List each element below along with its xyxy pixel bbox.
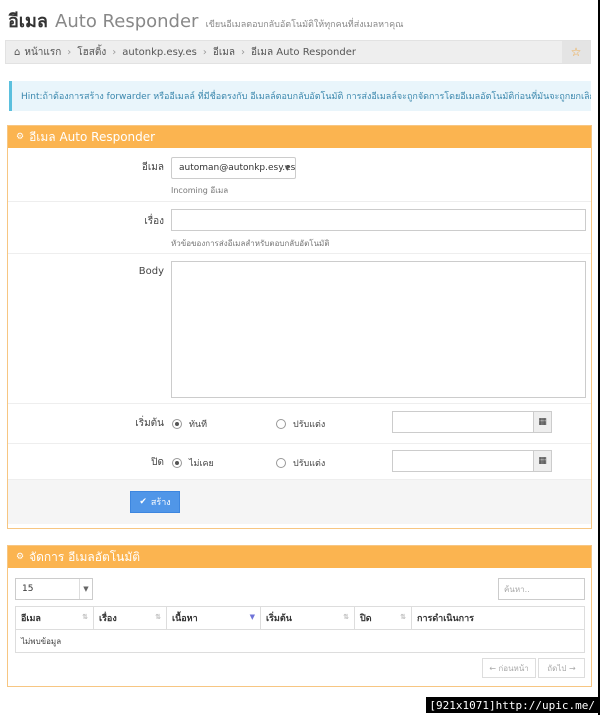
form-actions: ✔ สร้าง — [8, 480, 591, 524]
start-custom-label: ปรับแต่ง — [293, 420, 326, 430]
column-label: การดำเนินการ — [417, 614, 474, 624]
start-row: เริ่มต้น ทันที ปรับแต่ง ▦ — [8, 404, 591, 444]
column-email[interactable]: อีเมล ⇅ — [15, 606, 94, 630]
autoresponder-panel: ⚙ อีเมล Auto Responder อีเมล automan@aut… — [7, 125, 592, 529]
end-never-radio[interactable]: ไม่เคย — [172, 456, 214, 470]
start-date-input[interactable] — [393, 412, 533, 432]
subject-row: เรื่อง หัวข้อของการส่งอีเมลสำหรับตอบกลับ… — [8, 202, 591, 254]
breadcrumb-separator: › — [67, 46, 72, 58]
page: อีเมล Auto Responder เขียนอีเมลตอบกลับอั… — [0, 0, 600, 715]
sort-icon: ⇅ — [400, 613, 406, 621]
breadcrumb-separator: › — [202, 46, 207, 58]
sort-icon: ⇅ — [343, 613, 349, 621]
end-custom-label: ปรับแต่ง — [293, 459, 326, 469]
page-subtitle: เขียนอีเมลตอบกลับอัตโนมัติให้ทุกคนที่ส่ง… — [205, 20, 404, 30]
page-length-value: 15 — [22, 584, 34, 594]
breadcrumb-domain[interactable]: autonkp.esy.es — [122, 47, 197, 58]
breadcrumb-separator: › — [112, 46, 117, 58]
email-help: Incoming อีเมล — [171, 186, 229, 195]
manage-panel: ⚙ จัดการ อีเมลอัตโนมัติ 15 ▼ ค้นหา.. อีเ… — [7, 545, 592, 687]
panel-header: ⚙ อีเมล Auto Responder — [8, 126, 591, 148]
calendar-icon[interactable]: ▦ — [533, 451, 551, 471]
end-never-label: ไม่เคย — [189, 459, 214, 469]
panel-title: อีเมล Auto Responder — [29, 129, 156, 144]
caret-down-icon: ▼ — [79, 579, 92, 599]
column-start[interactable]: เริ่มต้น ⇅ — [260, 606, 355, 630]
body-label: Body — [138, 266, 164, 277]
radio-checked-icon — [172, 458, 182, 468]
page-title-secondary: Auto Responder — [55, 11, 199, 32]
end-label: ปิด — [151, 457, 164, 468]
page-header: อีเมล Auto Responder เขียนอีเมลตอบกลับอั… — [8, 6, 403, 35]
panel-header: ⚙ จัดการ อีเมลอัตโนมัติ — [8, 546, 591, 568]
radio-unchecked-icon — [276, 458, 286, 468]
calendar-icon[interactable]: ▦ — [533, 412, 551, 432]
start-now-radio[interactable]: ทันที — [172, 417, 207, 431]
create-button[interactable]: ✔ สร้าง — [130, 491, 180, 513]
table-header-row: อีเมล ⇅ เรื่อง ⇅ เนื้อหา ▼ เริ่มต้น ⇅ ปิด ⇅ ก… — [15, 606, 585, 630]
page-title: อีเมล — [8, 11, 48, 32]
subject-help: หัวข้อของการส่งอีเมลสำหรับตอบกลับอัตโนมั… — [171, 239, 330, 248]
column-content[interactable]: เนื้อหา ▼ — [166, 606, 261, 630]
cogs-icon: ⚙ — [16, 132, 25, 142]
next-page-button[interactable]: ถัดไป → — [538, 658, 585, 678]
create-button-label: สร้าง — [150, 498, 171, 508]
watermark-label: [921x1071]http://upic.me/ — [426, 697, 598, 713]
prev-page-button[interactable]: ← ก่อนหน้า — [482, 658, 536, 678]
autoresponder-table: อีเมล ⇅ เรื่อง ⇅ เนื้อหา ▼ เริ่มต้น ⇅ ปิด ⇅ ก… — [15, 606, 585, 653]
breadcrumb: ⌂ หน้าแรก › โฮสติ้ง › autonkp.esy.es › อ… — [5, 40, 591, 64]
body-row: Body — [8, 254, 591, 404]
column-label: เนื้อหา — [172, 614, 198, 624]
end-custom-radio[interactable]: ปรับแต่ง — [276, 456, 325, 470]
email-row: อีเมล automan@autonkp.esy.es ▼ Incoming … — [8, 148, 591, 202]
radio-checked-icon — [172, 419, 182, 429]
breadcrumb-email[interactable]: อีเมล — [213, 45, 235, 60]
column-end[interactable]: ปิด ⇅ — [354, 606, 412, 630]
empty-message: ไม่พบข้อมูล — [15, 629, 585, 653]
column-actions: การดำเนินการ — [411, 606, 585, 630]
start-label: เริ่มต้น — [135, 418, 164, 429]
column-label: เรื่อง — [99, 614, 117, 624]
sort-icon: ⇅ — [155, 613, 161, 621]
caret-down-icon: ▼ — [284, 164, 290, 172]
sort-desc-icon: ▼ — [249, 613, 255, 621]
email-select-value: automan@autonkp.esy.es — [179, 163, 296, 173]
breadcrumb-hosting[interactable]: โฮสติ้ง — [77, 45, 106, 60]
column-subject[interactable]: เรื่อง ⇅ — [93, 606, 167, 630]
column-label: อีเมล — [21, 614, 41, 624]
column-label: เริ่มต้น — [266, 614, 292, 624]
email-label: อีเมล — [141, 162, 164, 173]
column-label: ปิด — [360, 614, 372, 624]
end-date-picker[interactable]: ▦ — [392, 450, 552, 472]
panel-title: จัดการ อีเมลอัตโนมัติ — [29, 549, 141, 564]
table-row: ไม่พบข้อมูล — [15, 629, 585, 653]
cogs-icon: ⚙ — [16, 552, 25, 562]
check-icon: ✔ — [139, 497, 147, 507]
subject-input[interactable] — [171, 209, 586, 231]
home-icon[interactable]: ⌂ — [14, 47, 20, 58]
start-custom-radio[interactable]: ปรับแต่ง — [276, 417, 325, 431]
breadcrumb-home[interactable]: หน้าแรก — [24, 45, 61, 60]
breadcrumb-separator: › — [240, 46, 245, 58]
hint-alert: Hint:ถ้าต้องการสร้าง forwarder หรืออีเมล… — [9, 81, 591, 111]
breadcrumb-current: อีเมล Auto Responder — [250, 46, 356, 58]
sort-icon: ⇅ — [82, 613, 88, 621]
end-date-input[interactable] — [393, 451, 533, 471]
search-input[interactable]: ค้นหา.. — [498, 578, 585, 600]
radio-unchecked-icon — [276, 419, 286, 429]
email-select[interactable]: automan@autonkp.esy.es ▼ — [171, 157, 296, 179]
star-icon[interactable]: ☆ — [562, 41, 590, 63]
end-row: ปิด ไม่เคย ปรับแต่ง ▦ — [8, 444, 591, 480]
subject-label: เรื่อง — [144, 216, 164, 227]
page-length-select[interactable]: 15 ▼ — [15, 578, 93, 600]
start-date-picker[interactable]: ▦ — [392, 411, 552, 433]
body-textarea[interactable] — [171, 261, 586, 398]
start-now-label: ทันที — [189, 420, 208, 430]
